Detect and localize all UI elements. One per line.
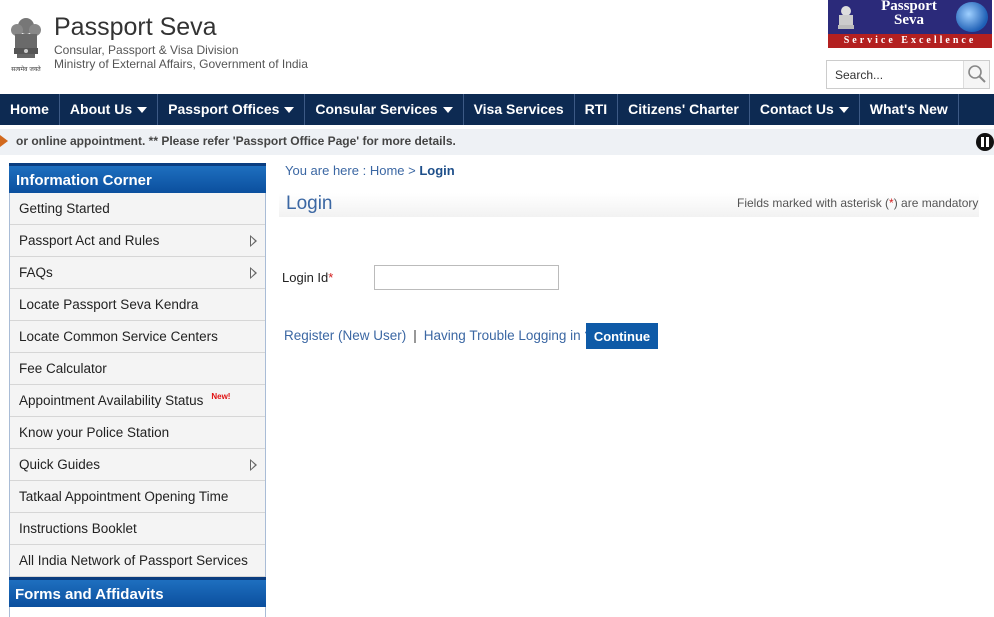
passport-seva-logo[interactable]: Passport Seva Service Excellence <box>828 0 992 48</box>
login-links: Register (New User) | Having Trouble Loggi… <box>284 328 592 343</box>
link-separator: | <box>413 328 417 343</box>
sidebar: Information Corner Getting Started Passpo… <box>9 163 266 617</box>
sidebar-item-all-india-network-of-passport-services[interactable]: All India Network of Passport Services <box>10 545 265 577</box>
sidebar-item-label: Instructions Booklet <box>19 521 137 536</box>
site-subtitle-ministry: Ministry of External Affairs, Government… <box>54 57 308 71</box>
sidebar-item-label: FAQs <box>19 265 53 280</box>
sidebar-heading-information-corner[interactable]: Information Corner <box>9 163 266 193</box>
sidebar-item-locate-common-service-centers[interactable]: Locate Common Service Centers <box>10 321 265 353</box>
nav-item-citizens-charter[interactable]: Citizens' Charter <box>618 94 750 125</box>
login-id-label: Login Id* <box>282 270 333 285</box>
caret-down-icon <box>137 106 148 113</box>
sidebar-item-getting-started[interactable]: Getting Started <box>10 193 265 225</box>
register-new-user-link[interactable]: Register (New User) <box>284 328 406 343</box>
sidebar-item-label: Fee Calculator <box>19 361 107 376</box>
chevron-right-icon <box>250 235 257 247</box>
logo-strip: Service Excellence <box>828 34 992 48</box>
login-id-asterisk: * <box>328 270 334 285</box>
mandatory-note: Fields marked with asterisk (*) are mand… <box>737 196 978 210</box>
sidebar-item-label: Passport Act and Rules <box>19 233 160 248</box>
mandatory-note-post: ) are mandatory <box>893 196 979 210</box>
header: सत्यमेव जयते Passport Seva Consular, Pas… <box>0 0 994 94</box>
globe-icon <box>956 2 988 32</box>
sidebar-item-appointment-availability-status[interactable]: Appointment Availability Status New! <box>10 385 265 417</box>
sidebar-item-label: Appointment Availability Status <box>19 393 204 408</box>
login-id-label-text: Login Id <box>282 270 329 285</box>
nav-item-label: Citizens' Charter <box>628 101 739 117</box>
sidebar-item-label: Know your Police Station <box>19 425 170 440</box>
sidebar-item-label: Tatkaal Appointment Opening Time <box>19 489 229 504</box>
nav-item-about-us[interactable]: About Us <box>60 94 159 125</box>
national-emblem-icon[interactable]: सत्यमेव जयते <box>6 8 46 78</box>
nav-item-visa-services[interactable]: Visa Services <box>464 94 575 125</box>
sidebar-item-locate-passport-seva-kendra[interactable]: Locate Passport Seva Kendra <box>10 289 265 321</box>
nav-item-what-s-new[interactable]: What's New <box>860 94 959 125</box>
nav-item-label: Home <box>10 101 49 117</box>
sidebar-item-label: Quick Guides <box>19 457 101 472</box>
sidebar-item-passport-act-and-rules[interactable]: Passport Act and Rules <box>10 225 265 257</box>
mandatory-note-pre: Fields marked with asterisk ( <box>737 196 890 210</box>
nav-item-label: RTI <box>584 101 608 117</box>
emblem-motto: सत्यमेव जयते <box>11 65 41 73</box>
marquee-arrow-icon <box>0 135 8 147</box>
logo-title: Passport Seva <box>881 0 937 28</box>
nav-item-contact-us[interactable]: Contact Us <box>750 94 860 125</box>
login-id-input[interactable] <box>374 265 559 290</box>
sidebar-item-label: Locate Common Service Centers <box>19 329 218 344</box>
search-button[interactable] <box>963 61 989 88</box>
sidebar-item-know-your-police-station[interactable]: Know your Police Station <box>10 417 265 449</box>
breadcrumb: You are here : Home > Login <box>285 163 455 178</box>
chevron-right-icon <box>250 459 257 471</box>
breadcrumb-prefix: You are here : <box>285 163 367 178</box>
sidebar-item-tatkaal-appointment-opening-time[interactable]: Tatkaal Appointment Opening Time <box>10 481 265 513</box>
sidebar-heading-forms[interactable]: Forms and Affidavits <box>9 577 266 607</box>
chevron-right-icon <box>250 267 257 279</box>
continue-button[interactable]: Continue <box>586 323 658 349</box>
nav-item-home[interactable]: Home <box>0 94 60 125</box>
nav-item-label: Passport Offices <box>168 101 280 117</box>
sidebar-item-fee-calculator[interactable]: Fee Calculator <box>10 353 265 385</box>
sidebar-item-faqs[interactable]: FAQs <box>10 257 265 289</box>
nav-item-label: What's New <box>869 101 948 117</box>
breadcrumb-current: Login <box>419 163 455 178</box>
nav-item-rti[interactable]: RTI <box>575 94 619 125</box>
trouble-logging-in-link[interactable]: Having Trouble Logging in ? <box>424 328 592 343</box>
pause-icon[interactable] <box>976 133 994 151</box>
nav-item-label: Contact Us <box>759 101 834 117</box>
announcement-marquee: or online appointment. ** Please refer '… <box>0 129 994 155</box>
caret-down-icon <box>838 106 849 113</box>
search-icon <box>968 65 986 83</box>
nav-item-passport-offices[interactable]: Passport Offices <box>158 94 306 125</box>
search-box <box>826 60 990 89</box>
sidebar-item-label: Getting Started <box>19 201 110 216</box>
sidebar-item-instructions-booklet[interactable]: Instructions Booklet <box>10 513 265 545</box>
site-title[interactable]: Passport Seva <box>54 13 217 42</box>
breadcrumb-separator: > <box>408 163 416 178</box>
nav-item-label: Visa Services <box>473 101 564 117</box>
sidebar-item-quick-guides[interactable]: Quick Guides <box>10 449 265 481</box>
main-nav: Home About Us Passport Offices Consular Ser… <box>0 94 994 125</box>
nav-item-label: About Us <box>69 101 133 117</box>
marquee-text[interactable]: or online appointment. ** Please refer '… <box>16 134 456 148</box>
logo-emblem-icon <box>838 6 854 29</box>
page-title: Login <box>286 193 333 214</box>
site-subtitle-division: Consular, Passport & Visa Division <box>54 43 239 57</box>
nav-item-label: Consular Services <box>315 101 438 117</box>
sidebar-item-label: All India Network of Passport Services <box>19 553 248 568</box>
caret-down-icon <box>442 106 453 113</box>
sidebar-list: Getting Started Passport Act and Rules FAQ… <box>9 193 266 577</box>
new-badge: New! <box>211 392 231 401</box>
nav-item-consular-services[interactable]: Consular Services <box>305 94 464 125</box>
caret-down-icon <box>284 106 295 113</box>
sidebar-item-label: Locate Passport Seva Kendra <box>19 297 199 312</box>
search-input[interactable] <box>827 61 963 88</box>
breadcrumb-home[interactable]: Home <box>370 163 405 178</box>
